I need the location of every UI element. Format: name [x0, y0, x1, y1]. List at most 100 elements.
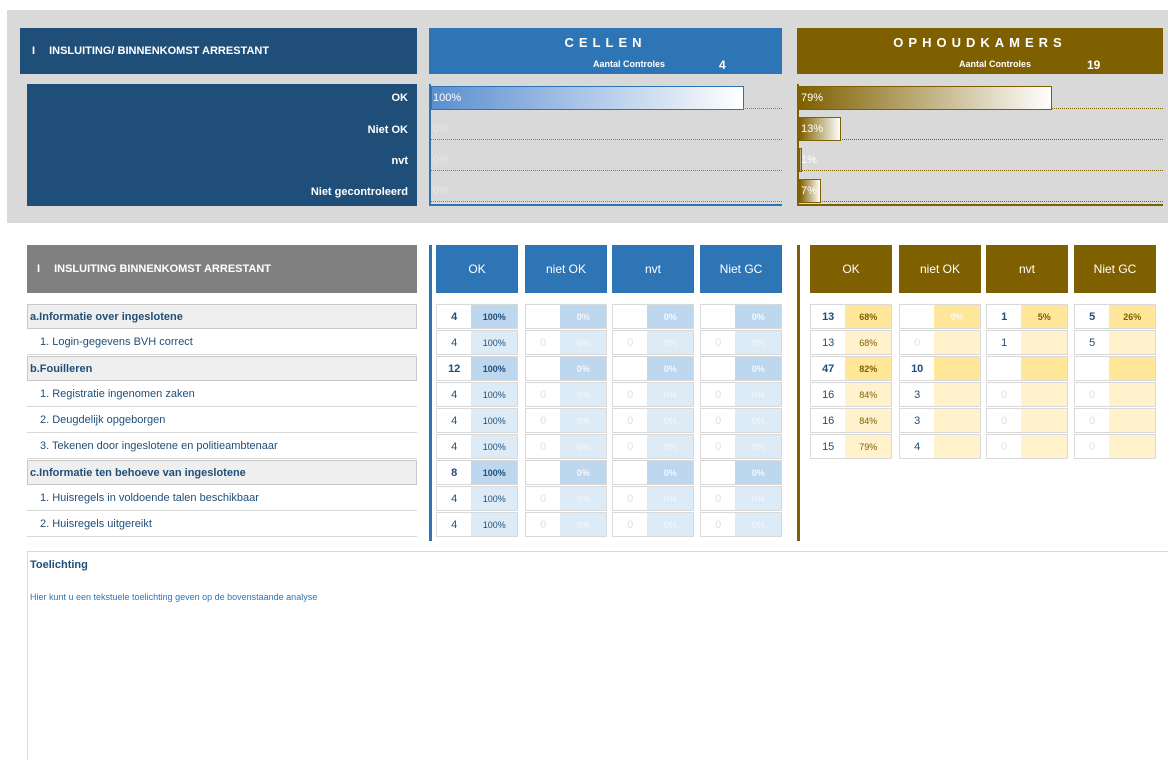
oph-cell-ok: 13 68% — [810, 330, 892, 355]
cel-cell-niet-ok: 0 0% — [525, 408, 607, 433]
oph-count: 13 — [822, 336, 835, 349]
oph-cell-niet-ok: 3 — [899, 382, 981, 407]
oph-percentage — [1109, 331, 1155, 354]
ophoudkamers-controls-count: 19 — [1087, 58, 1101, 72]
toelichting-placeholder[interactable]: Hier kunt u een tekstuele toelichting ge… — [30, 592, 317, 602]
oph-bar-row: 13% — [799, 115, 1163, 141]
cel-cell-nvt: 0% — [612, 356, 694, 381]
oph-cell-niet-gc: 0 — [1074, 382, 1156, 407]
cel-percentage: 0% — [647, 305, 693, 328]
oph-count: 4 — [914, 440, 921, 453]
cel-count: 0 — [715, 388, 722, 401]
label-niet-gecontroleerd: Niet gecontroleerd — [310, 186, 408, 198]
oph-cell-nvt: 0 — [986, 434, 1068, 459]
item-row-label: 2. Huisregels uitgereikt — [27, 512, 417, 537]
cel-count: 8 — [451, 466, 458, 479]
cel-cell-niet-gc: 0% — [700, 356, 782, 381]
cellen-bar-ok — [431, 86, 744, 110]
oph-percentage: 26% — [1109, 305, 1155, 328]
cel-cell-niet-ok: 0 0% — [525, 330, 607, 355]
oph-count: 10 — [911, 362, 924, 375]
oph-cell-nvt: 0 — [986, 408, 1068, 433]
oph-percentage: 5% — [1021, 305, 1067, 328]
cel-percentage: 0% — [647, 435, 693, 458]
oph-cell-ok: 15 79% — [810, 434, 892, 459]
cel-cell-nvt: 0% — [612, 460, 694, 485]
cel-percentage: 0% — [735, 435, 781, 458]
summary-title-text: INSLUITING/ BINNENKOMST ARRESTANT — [49, 45, 270, 57]
oph-percentage — [1109, 357, 1155, 380]
oph-cell-ok: 16 84% — [810, 408, 892, 433]
cel-percentage: 100% — [471, 435, 517, 458]
cel-percentage: 100% — [471, 487, 517, 510]
oph-count: 3 — [914, 414, 921, 427]
cel-cell-nvt: 0 0% — [612, 408, 694, 433]
cel-cell-niet-ok: 0 0% — [525, 486, 607, 511]
ophoudkamers-title: OPHOUDKAMERS — [893, 35, 1067, 50]
oph-percentage — [1021, 383, 1067, 406]
cel-cell-niet-ok: 0% — [525, 304, 607, 329]
oph-count: 3 — [914, 388, 921, 401]
oph-percentage — [934, 435, 980, 458]
cel-cell-nvt: 0 0% — [612, 434, 694, 459]
oph-cell-nvt: 1 — [986, 330, 1068, 355]
oph-percentage: 82% — [845, 357, 891, 380]
oph-bar-row: 7% — [799, 177, 1163, 203]
oph-cell-niet-ok: 10 — [899, 356, 981, 381]
summary-row-labels: OK Niet OK nvt Niet gecontroleerd — [27, 84, 417, 206]
item-row-label: 3. Tekenen door ingeslotene en politieam… — [27, 434, 417, 459]
cel-cell-nvt: 0 0% — [612, 382, 694, 407]
cel-percentage: 100% — [471, 331, 517, 354]
cel-percentage: 100% — [471, 357, 517, 380]
cel-count — [526, 305, 560, 328]
oph-bar-row: 1% — [799, 146, 1163, 172]
cel-percentage: 100% — [471, 513, 517, 536]
cellen-bar-row: 100% — [431, 84, 782, 110]
cel-percentage: 0% — [560, 409, 606, 432]
cel-cell-ok: 4 100% — [436, 382, 518, 407]
item-row-label: 1. Huisregels in voldoende talen beschik… — [27, 486, 417, 511]
cel-cell-niet-gc: 0 0% — [700, 382, 782, 407]
item-row-label: 1. Registratie ingenomen zaken — [27, 382, 417, 407]
summary-title: I INSLUITING/ BINNENKOMST ARRESTANT — [20, 28, 417, 74]
cellen-col-niet-ok: niet OK — [525, 245, 607, 293]
cellen-bar-ok-label: 100% — [433, 92, 462, 104]
toelichting-box[interactable]: Toelichting Hier kunt u een tekstuele to… — [27, 551, 1168, 760]
oph-cell-nvt — [986, 356, 1068, 381]
oph-percentage: 68% — [845, 305, 891, 328]
cel-count: 0 — [715, 518, 722, 531]
cel-count: 0 — [540, 440, 547, 453]
oph-percentage: 68% — [845, 331, 891, 354]
oph-cell-nvt: 0 — [986, 382, 1068, 407]
oph-count: 1 — [1001, 310, 1008, 323]
oph-percentage — [1021, 357, 1067, 380]
cel-cell-ok: 4 100% — [436, 434, 518, 459]
oph-count: 0 — [1001, 440, 1008, 453]
cel-cell-niet-gc: 0 0% — [700, 512, 782, 537]
cellen-col-nvt: nvt — [612, 245, 694, 293]
cel-percentage: 0% — [735, 461, 781, 484]
cel-count: 0 — [540, 492, 547, 505]
cellen-bar-chart: 100% 0% 0% 0% — [429, 84, 782, 206]
label-niet-ok: Niet OK — [367, 124, 408, 136]
ophoudkamers-header: OPHOUDKAMERS Aantal Controles 19 — [797, 28, 1163, 74]
cellen-divider — [429, 245, 432, 541]
cel-cell-niet-gc: 0 0% — [700, 408, 782, 433]
cel-count: 4 — [451, 492, 458, 505]
cel-count: 12 — [448, 362, 461, 375]
cel-count: 4 — [451, 336, 458, 349]
cellen-bar-row: 0% — [431, 146, 782, 171]
oph-count: 0 — [914, 336, 921, 349]
oph-cell-niet-ok: 4 — [899, 434, 981, 459]
cel-cell-niet-gc: 0 0% — [700, 434, 782, 459]
cel-percentage: 0% — [560, 513, 606, 536]
cel-percentage: 0% — [735, 487, 781, 510]
cel-percentage: 0% — [560, 331, 606, 354]
cel-percentage: 0% — [735, 357, 781, 380]
cel-percentage: 0% — [647, 357, 693, 380]
cellen-title: CELLEN — [564, 35, 647, 50]
cel-count: 0 — [715, 440, 722, 453]
oph-count: 0 — [1089, 440, 1096, 453]
oph-col-niet-gc: Niet GC — [1074, 245, 1156, 293]
cel-percentage: 100% — [471, 305, 517, 328]
